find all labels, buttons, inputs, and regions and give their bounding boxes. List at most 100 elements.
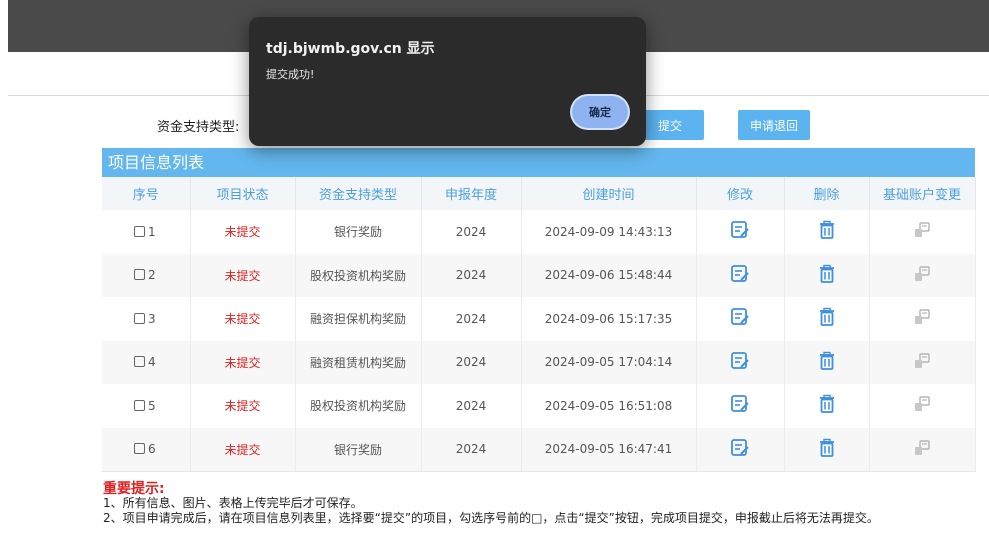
account-change-cell bbox=[869, 384, 976, 428]
seq-number: 6 bbox=[148, 442, 156, 456]
seq-cell: 5 bbox=[102, 384, 191, 428]
seq-cell: 3 bbox=[102, 297, 191, 341]
created-time-cell: 2024-09-09 14:43:13 bbox=[521, 210, 697, 254]
column-header-account-change: 基础账户变更 bbox=[869, 177, 976, 210]
table-row: 4 未提交 融资租赁机构奖励 2024 2024-09-05 17:04:14 bbox=[102, 340, 976, 384]
project-list-panel: 项目信息列表 序号 项目状态 资金支持类型 申报年度 创建时间 修改 删除 基础… bbox=[102, 148, 976, 472]
account-change-icon bbox=[913, 395, 931, 416]
delete-cell bbox=[784, 340, 870, 384]
submit-button[interactable]: 提交 bbox=[636, 110, 704, 140]
seq-number: 2 bbox=[148, 268, 156, 283]
edit-icon[interactable] bbox=[730, 264, 750, 287]
edit-icon[interactable] bbox=[730, 438, 750, 461]
table-row: 2 未提交 股权投资机构奖励 2024 2024-09-06 15:48:44 bbox=[102, 253, 976, 297]
seq-number: 4 bbox=[148, 355, 156, 370]
dialog-title: tdj.bjwmb.gov.cn 显示 bbox=[266, 41, 435, 57]
column-header-year: 申报年度 bbox=[421, 177, 522, 210]
column-header-edit: 修改 bbox=[696, 177, 785, 210]
dialog-message: 提交成功! bbox=[266, 68, 315, 81]
funding-type-cell: 股权投资机构奖励 bbox=[295, 253, 422, 297]
funding-type-label: 资金支持类型: bbox=[157, 120, 240, 135]
trash-icon[interactable] bbox=[818, 351, 836, 374]
edit-cell bbox=[696, 253, 785, 297]
note-item: 2、项目申请完成后，请在项目信息列表里，选择要“提交”的项目，勾选序号前的□，点… bbox=[103, 511, 879, 525]
table-title: 项目信息列表 bbox=[102, 148, 975, 177]
delete-cell bbox=[784, 384, 870, 428]
row-checkbox[interactable] bbox=[134, 269, 145, 281]
account-change-icon bbox=[913, 308, 931, 329]
status-cell: 未提交 bbox=[190, 297, 296, 341]
project-table: 序号 项目状态 资金支持类型 申报年度 创建时间 修改 删除 基础账户变更 1 未… bbox=[102, 177, 976, 472]
funding-type-cell: 银行奖励 bbox=[295, 427, 422, 472]
seq-number: 5 bbox=[148, 398, 156, 413]
year-cell: 2024 bbox=[421, 427, 522, 472]
trash-icon[interactable] bbox=[818, 264, 836, 287]
edit-cell bbox=[696, 384, 785, 428]
edit-icon[interactable] bbox=[730, 394, 750, 417]
created-time-cell: 2024-09-05 17:04:14 bbox=[521, 340, 697, 384]
table-row: 5 未提交 股权投资机构奖励 2024 2024-09-05 16:51:08 bbox=[102, 384, 976, 428]
dialog-ok-button[interactable]: 确定 bbox=[572, 96, 628, 128]
table-row: 1 未提交 银行奖励 2024 2024-09-09 14:43:13 bbox=[102, 210, 976, 254]
created-time-cell: 2024-09-05 16:51:08 bbox=[521, 384, 697, 428]
edit-icon[interactable] bbox=[730, 307, 750, 330]
account-change-cell bbox=[869, 340, 976, 384]
trash-icon[interactable] bbox=[818, 307, 836, 330]
seq-cell: 6 bbox=[102, 427, 191, 472]
trash-icon[interactable] bbox=[818, 438, 836, 461]
edit-icon[interactable] bbox=[730, 220, 750, 243]
table-row: 6 未提交 银行奖励 2024 2024-09-05 16:47:41 bbox=[102, 427, 976, 472]
created-time-cell: 2024-09-06 15:48:44 bbox=[521, 253, 697, 297]
account-change-icon bbox=[913, 265, 931, 286]
status-cell: 未提交 bbox=[190, 253, 296, 297]
column-header-seq: 序号 bbox=[102, 177, 191, 210]
edit-cell bbox=[696, 210, 785, 254]
account-change-icon bbox=[913, 352, 931, 373]
delete-cell bbox=[784, 253, 870, 297]
edit-cell bbox=[696, 427, 785, 472]
account-change-icon bbox=[913, 439, 931, 460]
column-header-created: 创建时间 bbox=[521, 177, 697, 210]
delete-cell bbox=[784, 210, 870, 254]
row-checkbox[interactable] bbox=[134, 399, 145, 411]
status-cell: 未提交 bbox=[190, 340, 296, 384]
status-cell: 未提交 bbox=[190, 427, 296, 472]
account-change-cell bbox=[869, 210, 976, 254]
column-header-delete: 删除 bbox=[784, 177, 870, 210]
year-cell: 2024 bbox=[421, 384, 522, 428]
delete-cell bbox=[784, 427, 870, 472]
account-change-cell bbox=[869, 427, 976, 472]
seq-cell: 2 bbox=[102, 253, 191, 297]
alert-dialog: tdj.bjwmb.gov.cn 显示 提交成功! 确定 bbox=[249, 17, 646, 146]
trash-icon[interactable] bbox=[818, 220, 836, 243]
seq-number: 1 bbox=[148, 224, 156, 239]
trash-icon[interactable] bbox=[818, 394, 836, 417]
withdraw-request-button[interactable]: 申请退回 bbox=[738, 110, 810, 140]
year-cell: 2024 bbox=[421, 253, 522, 297]
table-row: 3 未提交 融资担保机构奖励 2024 2024-09-06 15:17:35 bbox=[102, 297, 976, 341]
created-time-cell: 2024-09-05 16:47:41 bbox=[521, 427, 697, 472]
column-header-status: 项目状态 bbox=[190, 177, 296, 210]
row-checkbox[interactable] bbox=[134, 312, 145, 324]
created-time-cell: 2024-09-06 15:17:35 bbox=[521, 297, 697, 341]
status-cell: 未提交 bbox=[190, 210, 296, 254]
row-checkbox[interactable] bbox=[134, 225, 145, 237]
funding-type-cell: 融资担保机构奖励 bbox=[295, 297, 422, 341]
edit-cell bbox=[696, 297, 785, 341]
row-checkbox[interactable] bbox=[134, 356, 145, 368]
account-change-icon bbox=[913, 221, 931, 242]
year-cell: 2024 bbox=[421, 297, 522, 341]
funding-type-cell: 股权投资机构奖励 bbox=[295, 384, 422, 428]
edit-cell bbox=[696, 340, 785, 384]
edit-icon[interactable] bbox=[730, 351, 750, 374]
status-cell: 未提交 bbox=[190, 384, 296, 428]
seq-cell: 4 bbox=[102, 340, 191, 384]
row-checkbox[interactable] bbox=[134, 443, 145, 454]
year-cell: 2024 bbox=[421, 340, 522, 384]
funding-type-cell: 银行奖励 bbox=[295, 210, 422, 254]
account-change-cell bbox=[869, 253, 976, 297]
note-item: 1、所有信息、图片、表格上传完毕后才可保存。 bbox=[103, 496, 363, 510]
notes-title: 重要提示: bbox=[103, 481, 165, 497]
table-header-row: 序号 项目状态 资金支持类型 申报年度 创建时间 修改 删除 基础账户变更 bbox=[102, 177, 976, 210]
important-notes: 重要提示: 1、所有信息、图片、表格上传完毕后才可保存。 2、项目申请完成后，请… bbox=[103, 478, 983, 526]
